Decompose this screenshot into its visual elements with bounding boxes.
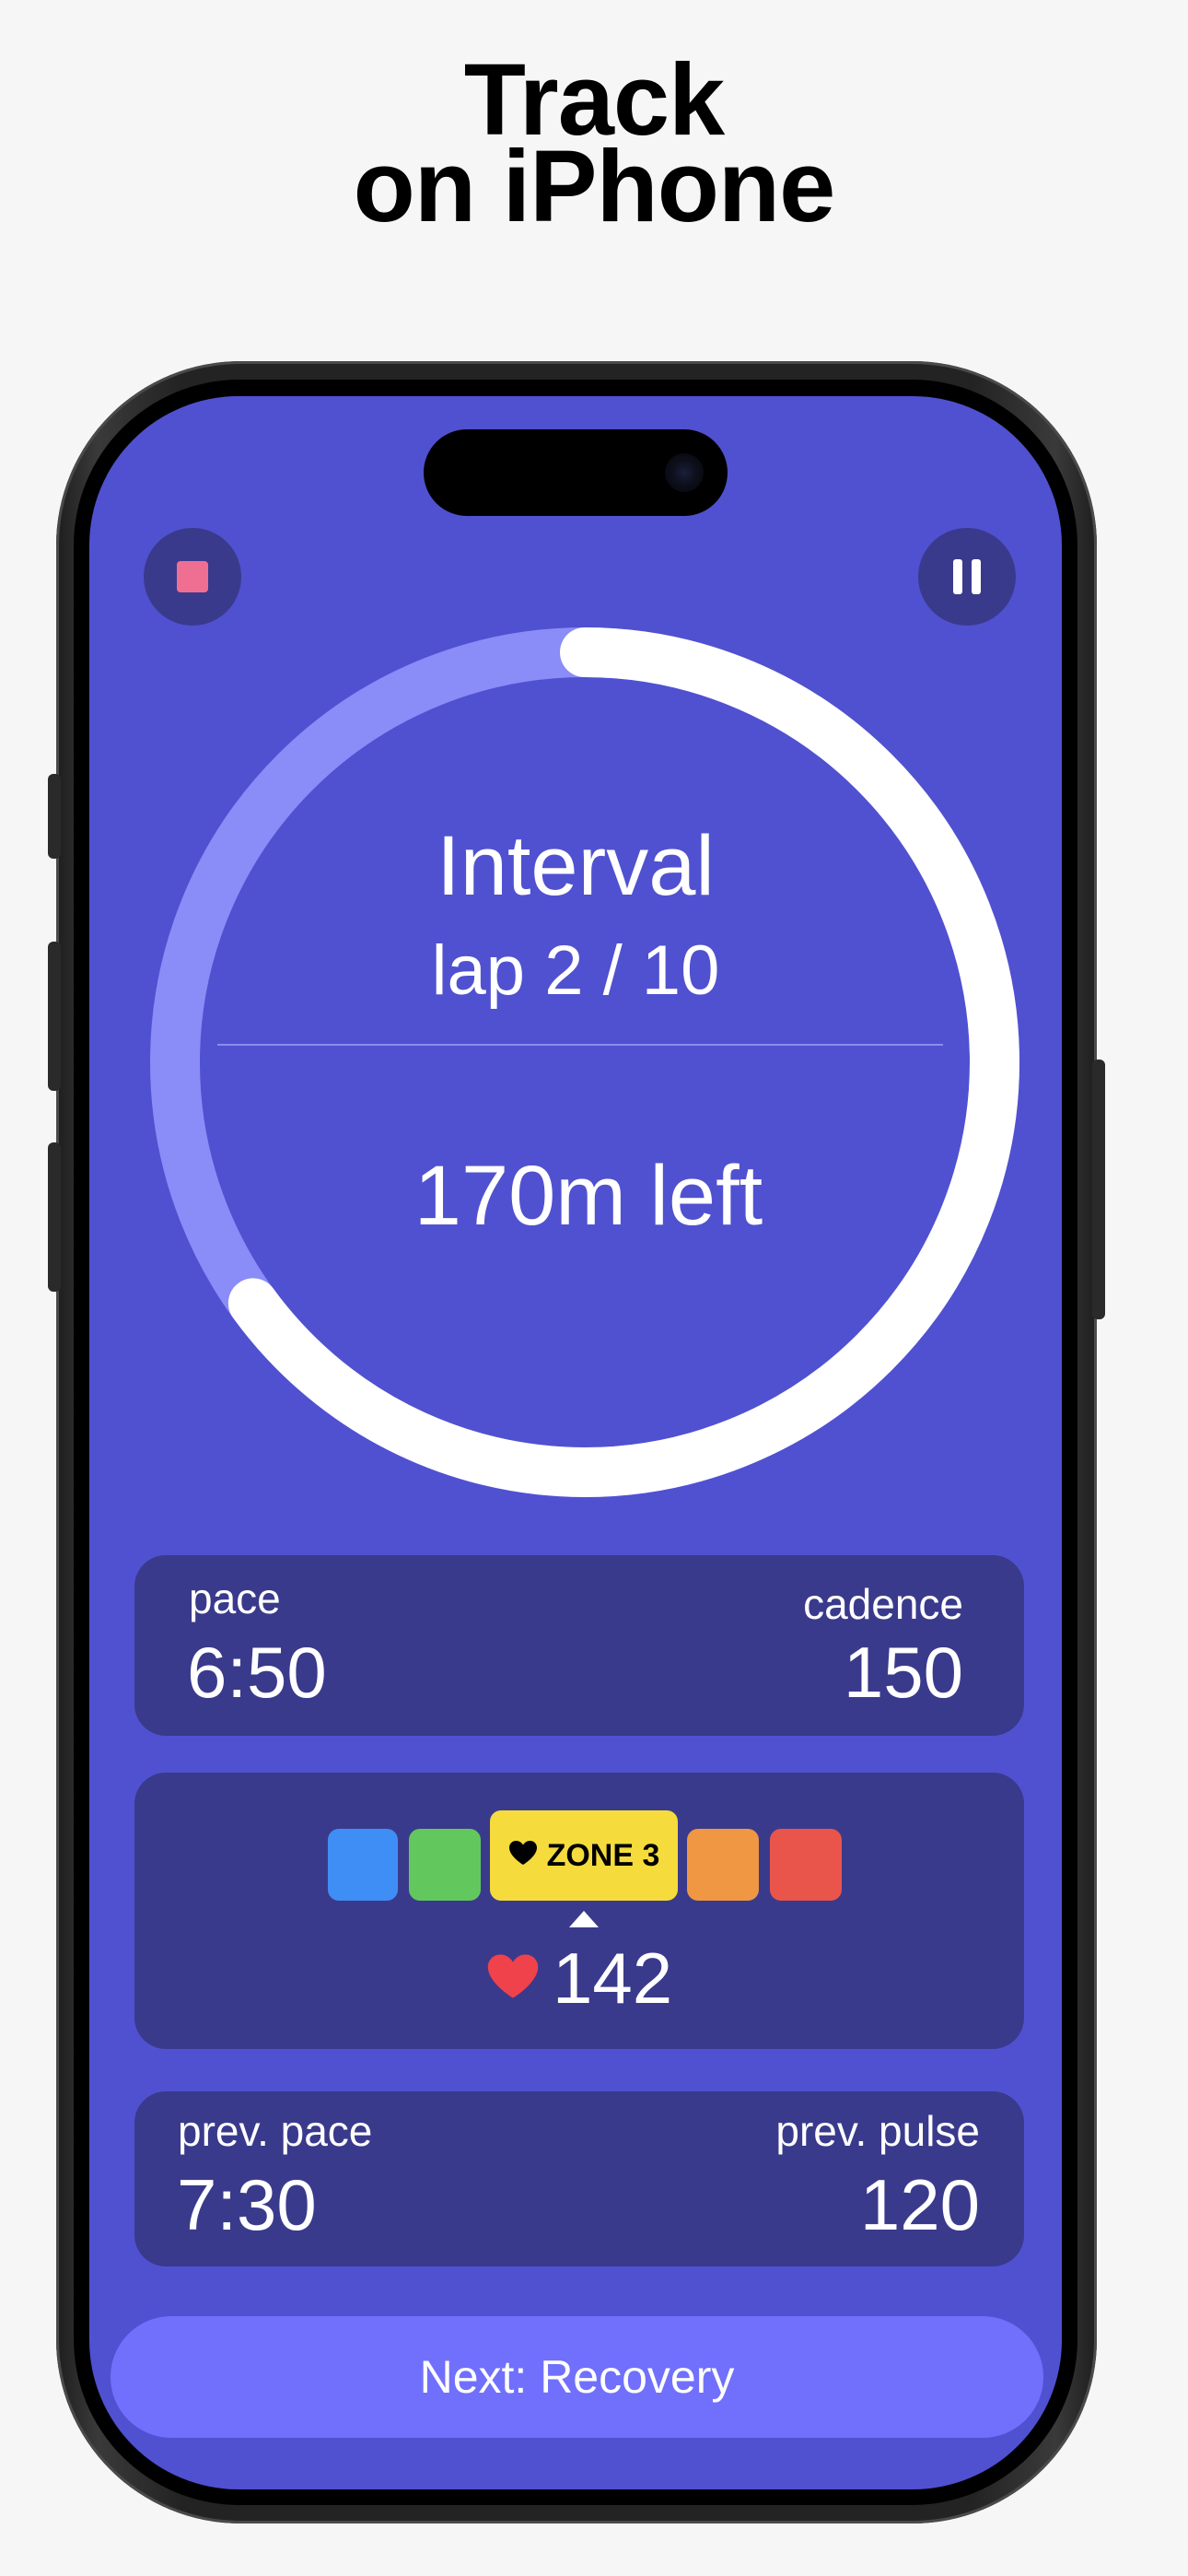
- lap-counter: lap 2 / 10: [431, 931, 720, 1010]
- prev-pace-label: prev. pace: [178, 2107, 373, 2155]
- pace-value: 6:50: [187, 1632, 327, 1713]
- zone-2-segment: [409, 1829, 481, 1901]
- pace-label: pace: [189, 1575, 281, 1622]
- zone-1-segment: [328, 1829, 398, 1901]
- zone-pointer-icon: [569, 1911, 599, 1927]
- active-zone-label: ZONE 3: [546, 1837, 660, 1873]
- cadence-value: 150: [843, 1632, 963, 1713]
- volume-down-button: [48, 1142, 61, 1292]
- next-interval-button[interactable]: Next: Recovery: [111, 2316, 1043, 2438]
- heart-icon: [486, 1952, 540, 2005]
- front-camera-icon: [665, 453, 704, 492]
- next-interval-label: Next: Recovery: [419, 2351, 735, 2403]
- previous-lap-card: prev. pace 7:30 prev. pulse 120: [134, 2091, 1024, 2266]
- heart-small-icon: [508, 1838, 538, 1874]
- workout-title: Interval: [437, 819, 715, 913]
- prev-pulse-value: 120: [859, 2164, 980, 2245]
- heart-rate-card: ZONE 3 142: [134, 1773, 1024, 2049]
- progress-ring: [150, 627, 1019, 1497]
- pause-button[interactable]: [918, 528, 1016, 626]
- volume-up-button: [48, 942, 61, 1091]
- zone-4-segment: [687, 1829, 759, 1901]
- cadence-label: cadence: [803, 1580, 963, 1628]
- headline-line-2: on iPhone: [353, 130, 836, 243]
- action-button: [48, 774, 61, 859]
- stop-square-icon: [177, 561, 208, 592]
- zone-3-segment: ZONE 3: [490, 1810, 678, 1901]
- phone-screen: Interval lap 2 / 10 170m left pace 6:50 …: [89, 396, 1062, 2489]
- prev-pace-value: 7:30: [177, 2164, 317, 2245]
- dynamic-island: [424, 429, 728, 516]
- stop-button[interactable]: [144, 528, 241, 626]
- heart-rate-value: 142: [553, 1937, 673, 2019]
- power-button: [1092, 1060, 1105, 1319]
- zone-5-segment: [770, 1829, 842, 1901]
- headline: Track on iPhone: [0, 50, 1188, 243]
- pace-cadence-card: pace 6:50 cadence 150: [134, 1555, 1024, 1736]
- heart-rate-readout: 142: [486, 1937, 672, 2020]
- distance-remaining: 170m left: [413, 1149, 763, 1243]
- prev-pulse-label: prev. pulse: [775, 2107, 980, 2155]
- ring-divider: [217, 1044, 943, 1046]
